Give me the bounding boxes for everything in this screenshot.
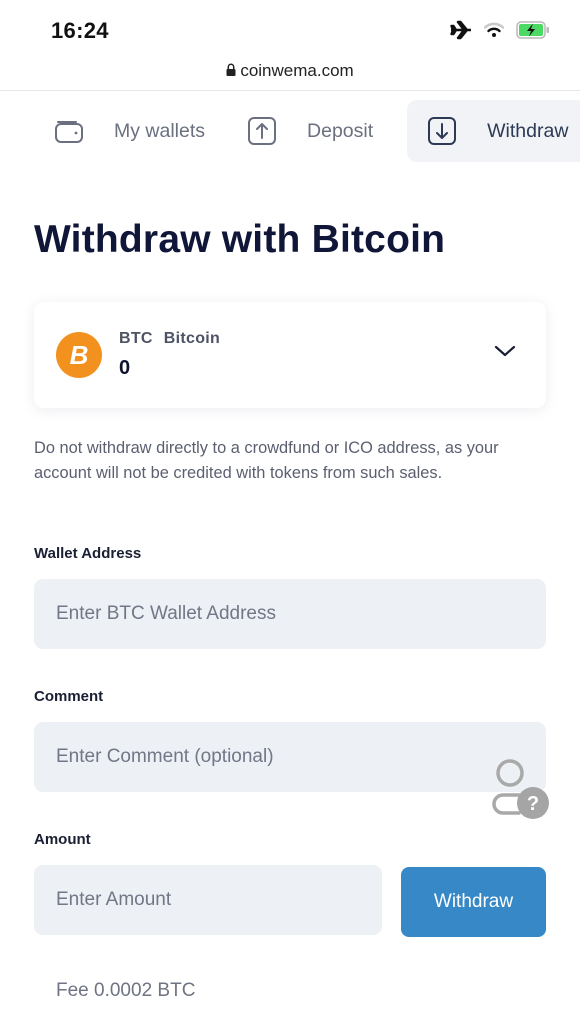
help-glyph: ? [527, 793, 539, 815]
wallet-address-input[interactable] [34, 579, 546, 649]
user-help-button[interactable]: ? [485, 757, 551, 821]
amount-label: Amount [34, 831, 91, 848]
withdraw-button[interactable]: Withdraw [401, 867, 546, 937]
bitcoin-logo-icon: B [56, 332, 102, 378]
comment-input[interactable] [34, 722, 546, 792]
wallet-address-label: Wallet Address [34, 545, 142, 562]
tab-withdraw[interactable]: Withdraw [407, 100, 580, 162]
browser-url-bar[interactable]: coinwema.com [0, 58, 580, 91]
tab-label: Deposit [307, 119, 374, 142]
url-text[interactable]: coinwema.com [240, 61, 353, 81]
coin-balance: 0 [119, 357, 131, 379]
coin-symbol: BTC [119, 330, 153, 347]
coin-names: BTC Bitcoin [119, 330, 220, 348]
arrow-up-box-icon [247, 116, 277, 146]
airplane-mode-icon [450, 20, 472, 40]
tab-label: My wallets [114, 119, 206, 142]
status-icons [450, 20, 550, 40]
coin-name: Bitcoin [163, 330, 221, 347]
tab-deposit[interactable]: Deposit [227, 100, 395, 162]
battery-charging-icon [516, 21, 550, 39]
wifi-icon [484, 22, 504, 38]
coin-selector[interactable]: B BTC Bitcoin 0 [34, 302, 546, 408]
page-title: Withdraw with Bitcoin [34, 218, 446, 261]
amount-input[interactable] [34, 865, 382, 935]
tab-label: Withdraw [487, 119, 569, 142]
lock-icon [226, 61, 236, 81]
wallet-icon [54, 116, 84, 146]
chevron-down-icon[interactable] [494, 344, 516, 363]
comment-label: Comment [34, 688, 104, 705]
withdraw-notice: Do not withdraw directly to a crowdfund … [34, 439, 499, 482]
status-time: 16:24 [51, 18, 109, 43]
coin-info: BTC Bitcoin 0 [119, 330, 220, 380]
tab-my-wallets[interactable]: My wallets [0, 100, 227, 162]
wallet-tabs: My wallets Deposit Withdraw [0, 100, 580, 162]
arrow-down-box-icon [427, 116, 457, 146]
status-bar: 16:24 [0, 0, 580, 58]
fee-text: Fee 0.0002 BTC [56, 980, 196, 1001]
